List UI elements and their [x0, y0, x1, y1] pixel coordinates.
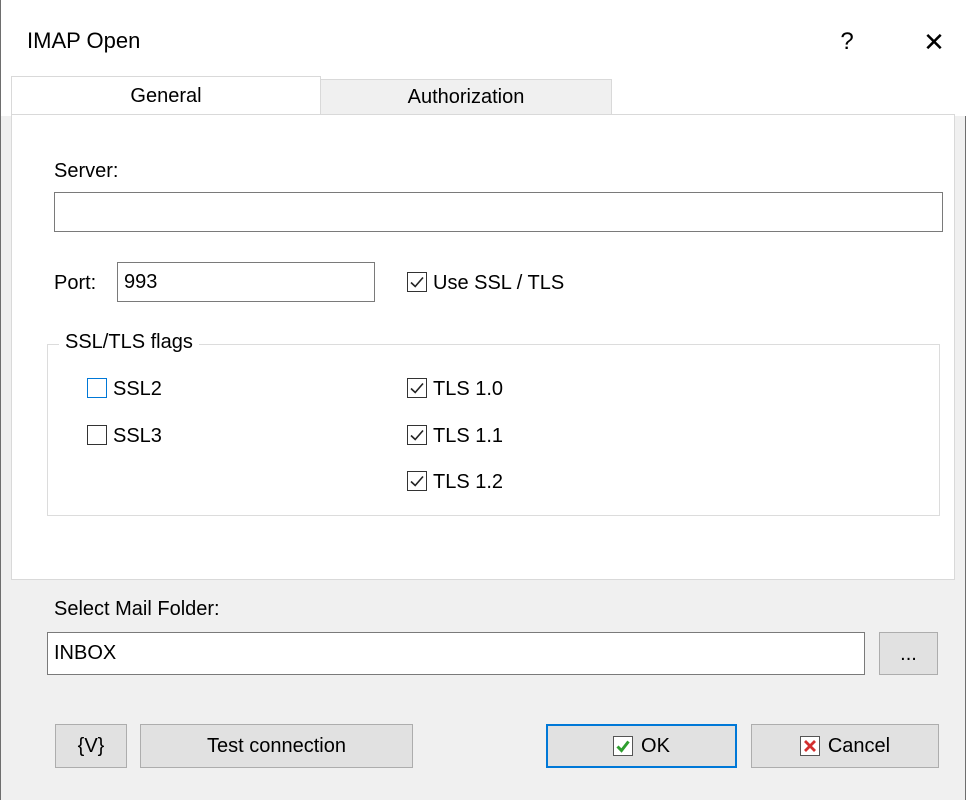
ssl2-label: SSL2	[113, 378, 162, 400]
mail-folder-input[interactable]: INBOX	[47, 632, 865, 675]
tls11-checkbox[interactable]	[407, 425, 427, 445]
cancel-button[interactable]: Cancel	[751, 724, 939, 768]
cancel-label: Cancel	[827, 734, 891, 757]
port-input[interactable]: 993	[117, 262, 375, 302]
tab-strip: Authorization General	[1, 76, 966, 116]
ok-check-icon	[613, 736, 634, 756]
tls12-checkbox[interactable]	[407, 471, 427, 491]
ok-label: OK	[641, 734, 670, 757]
tls12-label: TLS 1.2	[433, 471, 504, 493]
tab-general[interactable]: General	[11, 76, 321, 116]
window-title: IMAP Open	[27, 28, 141, 53]
checkmark-icon	[410, 382, 424, 394]
variables-button[interactable]: {V}	[55, 724, 127, 768]
server-label: Server:	[54, 160, 119, 182]
browse-folder-button[interactable]: ...	[879, 632, 938, 675]
tls11-label: TLS 1.1	[433, 425, 504, 447]
ok-button[interactable]: OK	[546, 724, 737, 768]
use-ssl-checkbox[interactable]	[407, 272, 427, 292]
cancel-x-icon	[799, 736, 820, 756]
close-button[interactable]: ✕	[912, 20, 956, 64]
tab-authorization-label: Authorization	[407, 85, 525, 108]
imap-open-dialog: IMAP Open ? ✕ Authorization General Serv…	[0, 0, 966, 800]
server-input[interactable]	[54, 192, 943, 232]
checkmark-icon	[410, 429, 424, 441]
tls10-checkbox[interactable]	[407, 378, 427, 398]
test-connection-button[interactable]: Test connection	[140, 724, 413, 768]
checkmark-icon	[410, 276, 424, 288]
ssl2-checkbox[interactable]	[87, 378, 107, 398]
ssl3-label: SSL3	[113, 425, 162, 447]
help-button[interactable]: ?	[825, 20, 869, 64]
tab-general-label: General	[130, 85, 202, 107]
checkmark-icon	[410, 475, 424, 487]
title-bar: IMAP Open ? ✕	[1, 0, 966, 86]
tls10-label: TLS 1.0	[433, 378, 504, 400]
browse-folder-label: ...	[900, 643, 917, 665]
variables-label: {V}	[77, 734, 105, 757]
test-connection-label: Test connection	[207, 734, 346, 757]
ssl3-checkbox[interactable]	[87, 425, 107, 445]
mail-folder-label: Select Mail Folder:	[54, 598, 220, 620]
close-icon: ✕	[923, 26, 945, 57]
help-icon: ?	[840, 28, 854, 55]
port-label: Port:	[54, 272, 97, 294]
ssl-tls-flags-legend: SSL/TLS flags	[59, 331, 199, 354]
use-ssl-label: Use SSL / TLS	[433, 272, 565, 294]
tab-authorization[interactable]: Authorization	[320, 79, 612, 115]
